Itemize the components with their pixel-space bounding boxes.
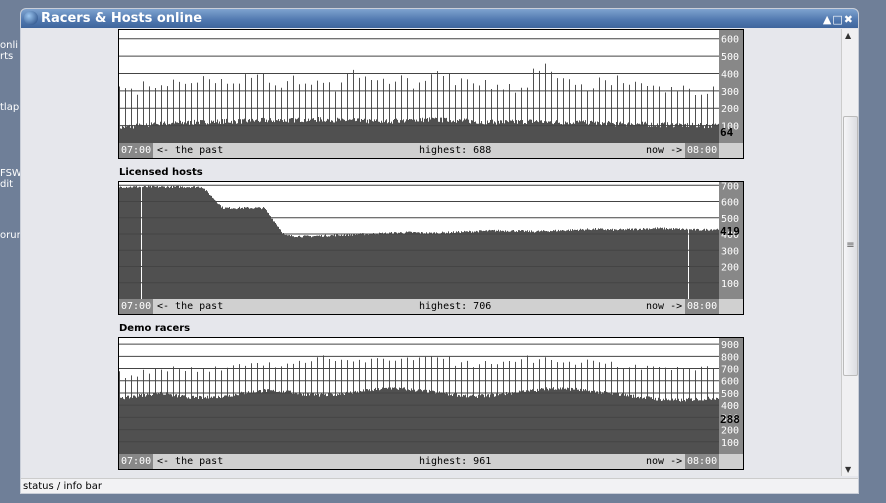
racers-hosts-window: Racers & Hosts online ▲□✖ 100 200 300 400 50… <box>20 8 859 494</box>
chart-footer: 07:00 <- the past highest: 706 now -> 08:00 <box>119 299 743 314</box>
past-label: <- the past <box>157 456 224 467</box>
desktop-label: onli <box>0 40 19 51</box>
y-tick-label: 700 <box>721 365 739 376</box>
scroll-up-icon[interactable]: ▲ <box>845 31 851 40</box>
y-tick-label: 500 <box>721 52 739 63</box>
title-bar[interactable]: Racers & Hosts online ▲□✖ <box>21 9 858 28</box>
y-tick-label: 900 <box>721 340 739 351</box>
now-label: now -> <box>646 145 683 156</box>
current-value: 64 <box>720 126 734 139</box>
y-tick-label: 300 <box>721 87 739 98</box>
past-label: <- the past <box>157 301 224 312</box>
now-label: now -> <box>646 456 683 467</box>
y-tick-label: 500 <box>721 214 739 225</box>
end-time: 08:00 <box>685 143 720 158</box>
y-tick-label: 800 <box>721 352 739 363</box>
window-title: Racers & Hosts online <box>41 11 203 26</box>
y-tick-label: 100 <box>721 279 739 290</box>
highest-label: highest: 706 <box>419 301 492 312</box>
highest-label: highest: 961 <box>419 456 492 467</box>
current-value: 288 <box>720 413 740 426</box>
y-tick-label: 500 <box>721 389 739 400</box>
end-time: 08:00 <box>685 454 720 469</box>
window-controls[interactable]: ▲□✖ <box>823 10 854 29</box>
y-tick-label: 600 <box>721 377 739 388</box>
y-tick-label: 400 <box>721 69 739 80</box>
status-bar: status / info bar <box>21 478 858 493</box>
chart-title: Demo racers <box>119 323 191 334</box>
y-tick-label: 100 <box>721 438 739 449</box>
y-tick-label: 600 <box>721 35 739 46</box>
y-tick-label: 200 <box>721 104 739 115</box>
y-tick-label: 700 <box>721 182 739 192</box>
highest-label: highest: 688 <box>419 145 492 156</box>
y-tick-label: 600 <box>721 198 739 209</box>
series-area <box>119 63 719 143</box>
scroll-thumb[interactable]: ≡ <box>843 116 858 376</box>
desktop-label: orum <box>0 230 22 241</box>
vertical-scrollbar[interactable]: ▲ ≡ ▼ <box>841 29 858 476</box>
desktop-label: dit <box>0 179 14 190</box>
past-label: <- the past <box>157 145 224 156</box>
chart-2: 100 200 300 400 500 600 700 800 900 288 07:00 <- th… <box>118 337 744 470</box>
chart-footer: 07:00 <- the past highest: 961 now -> 08:00 <box>119 454 743 469</box>
y-tick-label: 200 <box>721 426 739 437</box>
desktop-label: tlap <box>0 102 20 113</box>
chart-0: 100 200 300 400 500 600 64 07:00 <- the past high… <box>118 29 744 159</box>
desktop-icon-lfsw[interactable]: FSW dit <box>0 168 22 190</box>
chart-1: 100 200 300 400 500 600 700 419 07:00 <- the past… <box>118 181 744 315</box>
y-tick-label: 300 <box>721 246 739 257</box>
chart-footer: 07:00 <- the past highest: 688 now -> 08:00 <box>119 143 743 158</box>
desktop-label: rts <box>0 51 14 62</box>
end-time: 08:00 <box>685 299 720 314</box>
y-tick-label: 200 <box>721 263 739 274</box>
y-tick-label: 400 <box>721 401 739 412</box>
desktop-icon-online[interactable]: onli rts <box>0 40 22 62</box>
desktop-icon-hotlap[interactable]: tlap <box>0 102 22 113</box>
globe-icon <box>24 11 38 25</box>
desktop-icon-forum[interactable]: orum <box>0 230 22 241</box>
current-value: 419 <box>720 225 740 238</box>
chart-title: Licensed hosts <box>119 167 203 178</box>
desktop-label: FSW <box>0 168 22 179</box>
now-label: now -> <box>646 301 683 312</box>
start-time: 07:00 <box>119 299 154 314</box>
series-area <box>119 185 719 299</box>
scroll-down-icon[interactable]: ▼ <box>845 465 851 474</box>
start-time: 07:00 <box>119 454 154 469</box>
start-time: 07:00 <box>119 143 154 158</box>
